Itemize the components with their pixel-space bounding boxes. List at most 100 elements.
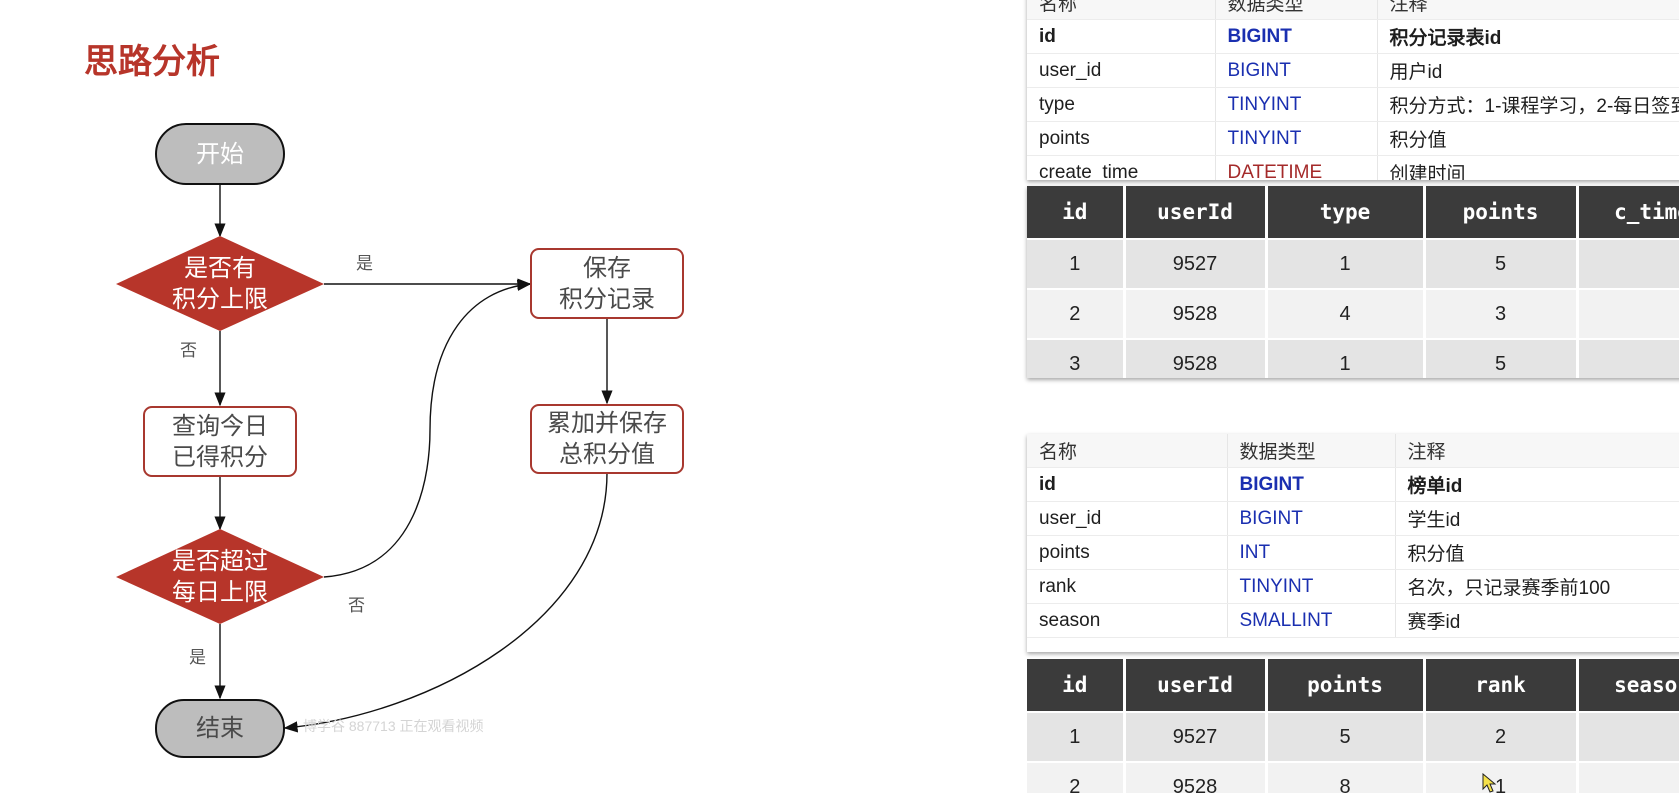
table-row: 3 9528 1 5 — [1027, 338, 1679, 378]
cell: 2 — [1424, 711, 1579, 762]
edge-accumulate-to-end — [283, 472, 608, 733]
cell: 9528 — [1124, 761, 1268, 793]
schema-row: season SMALLINT 赛季id — [1027, 603, 1679, 638]
field-comment: 积分值 — [1395, 535, 1679, 570]
node-end-label: 结束 — [196, 715, 244, 742]
schema-row: type TINYINT 积分方式：1-课程学习，2-每日签到 — [1027, 87, 1679, 122]
cell: 9528 — [1124, 338, 1268, 378]
field-type: INT — [1227, 535, 1396, 570]
cell — [1577, 288, 1679, 339]
field-comment: 学生id — [1395, 501, 1679, 536]
edge-label-no-right: 否 — [348, 596, 365, 615]
data-header: id — [1027, 186, 1126, 239]
field-name: user_id — [1027, 501, 1228, 536]
cell — [1577, 238, 1679, 289]
cell: 2 — [1027, 761, 1126, 793]
cell: 8 — [1266, 761, 1426, 793]
table2-schema: 名称 数据类型 注释 id BIGINT 榜单id user_id BIGINT… — [1027, 434, 1679, 638]
field-comment: 榜单id — [1395, 467, 1679, 502]
table-row: 2 9528 4 3 — [1027, 288, 1679, 339]
data-header: id — [1027, 659, 1126, 712]
field-type: TINYINT — [1227, 569, 1396, 604]
field-type: SMALLINT — [1227, 603, 1396, 638]
cell: 1 — [1027, 238, 1126, 289]
cell: 9527 — [1124, 238, 1268, 289]
data-header: type — [1266, 186, 1426, 239]
schema-row: user_id BIGINT 学生id — [1027, 501, 1679, 536]
cell — [1577, 338, 1679, 378]
cell: 1 — [1027, 711, 1126, 762]
field-type: TINYINT — [1215, 121, 1378, 156]
table1-data-panel: id userId type points c_time 1 9527 1 5 … — [1027, 186, 1679, 378]
field-comment: 用户id — [1377, 53, 1679, 88]
node-start-label: 开始 — [196, 140, 244, 168]
field-name: create_time — [1027, 155, 1216, 180]
edge-decision2-no — [323, 279, 532, 578]
node-save-label: 保存 积分记录 — [559, 254, 655, 313]
data-header: userId — [1124, 186, 1268, 239]
schema-row: create_time DATETIME 创建时间 — [1027, 155, 1679, 180]
table-row: 1 9527 1 5 — [1027, 238, 1679, 289]
field-name: points — [1027, 121, 1216, 156]
cell — [1577, 711, 1679, 762]
field-name: rank — [1027, 569, 1228, 604]
node-decision1-label: 是否有 积分上限 — [172, 255, 268, 313]
field-name: id — [1027, 467, 1228, 502]
field-type: BIGINT — [1227, 467, 1396, 502]
cell: 1 — [1424, 761, 1579, 793]
cell: 3 — [1424, 288, 1579, 339]
edge-label-yes-bottom: 是 — [189, 648, 206, 667]
cell: 3 — [1027, 338, 1126, 378]
cell: 5 — [1424, 238, 1579, 289]
table2-data: id userId points rank season 1 9527 5 2 … — [1027, 659, 1679, 793]
table2-schema-panel: 名称 数据类型 注释 id BIGINT 榜单id user_id BIGINT… — [1027, 434, 1679, 652]
schema-row: points INT 积分值 — [1027, 535, 1679, 570]
schema-header: 注释 — [1395, 434, 1679, 468]
table-row: 1 9527 5 2 — [1027, 711, 1679, 762]
table1-schema-panel: 名称 数据类型 注释 id BIGINT 积分记录表id user_id BIG… — [1027, 0, 1679, 180]
table1-schema: 名称 数据类型 注释 id BIGINT 积分记录表id user_id BIG… — [1027, 0, 1679, 180]
field-name: season — [1027, 603, 1228, 638]
cell: 4 — [1266, 288, 1426, 339]
cell: 5 — [1424, 338, 1579, 378]
field-comment: 名次，只记录赛季前100 — [1395, 569, 1679, 604]
mouse-cursor-icon — [1482, 773, 1497, 793]
field-name: type — [1027, 87, 1216, 122]
cell: 9527 — [1124, 711, 1268, 762]
field-comment: 创建时间 — [1377, 155, 1679, 180]
cell: 5 — [1266, 711, 1426, 762]
field-name: points — [1027, 535, 1228, 570]
field-comment: 积分值 — [1377, 121, 1679, 156]
field-type: DATETIME — [1215, 155, 1378, 180]
field-name: user_id — [1027, 53, 1216, 88]
schema-row: id BIGINT 榜单id — [1027, 467, 1679, 502]
field-type: TINYINT — [1215, 87, 1378, 122]
field-type: BIGINT — [1215, 19, 1378, 54]
cell: 1 — [1266, 238, 1426, 289]
table-row: 2 9528 8 1 — [1027, 761, 1679, 793]
edge-label-yes-top: 是 — [356, 254, 373, 273]
field-comment: 积分方式：1-课程学习，2-每日签到 — [1377, 87, 1679, 122]
field-type: BIGINT — [1215, 53, 1378, 88]
data-header: userId — [1124, 659, 1268, 712]
table1-data: id userId type points c_time 1 9527 1 5 … — [1027, 186, 1679, 378]
schema-header: 名称 — [1027, 434, 1228, 468]
data-header: points — [1266, 659, 1426, 712]
data-header: points — [1424, 186, 1579, 239]
data-header: season — [1577, 659, 1679, 712]
schema-header: 数据类型 — [1215, 0, 1378, 20]
flowchart — [116, 123, 684, 758]
field-type: BIGINT — [1227, 501, 1396, 536]
node-accumulate-label: 累加并保存 总积分值 — [547, 410, 667, 468]
field-name: id — [1027, 19, 1216, 54]
cell: 1 — [1266, 338, 1426, 378]
cell — [1577, 761, 1679, 793]
table2-data-panel: id userId points rank season 1 9527 5 2 … — [1027, 659, 1679, 793]
schema-row: user_id BIGINT 用户id — [1027, 53, 1679, 88]
edge-label-no-left: 否 — [180, 341, 197, 360]
schema-row: id BIGINT 积分记录表id — [1027, 19, 1679, 54]
schema-header: 注释 — [1377, 0, 1679, 20]
schema-row: rank TINYINT 名次，只记录赛季前100 — [1027, 569, 1679, 604]
data-header: rank — [1424, 659, 1579, 712]
watermark: 博学谷 887713 正在观看视频 — [303, 718, 484, 734]
